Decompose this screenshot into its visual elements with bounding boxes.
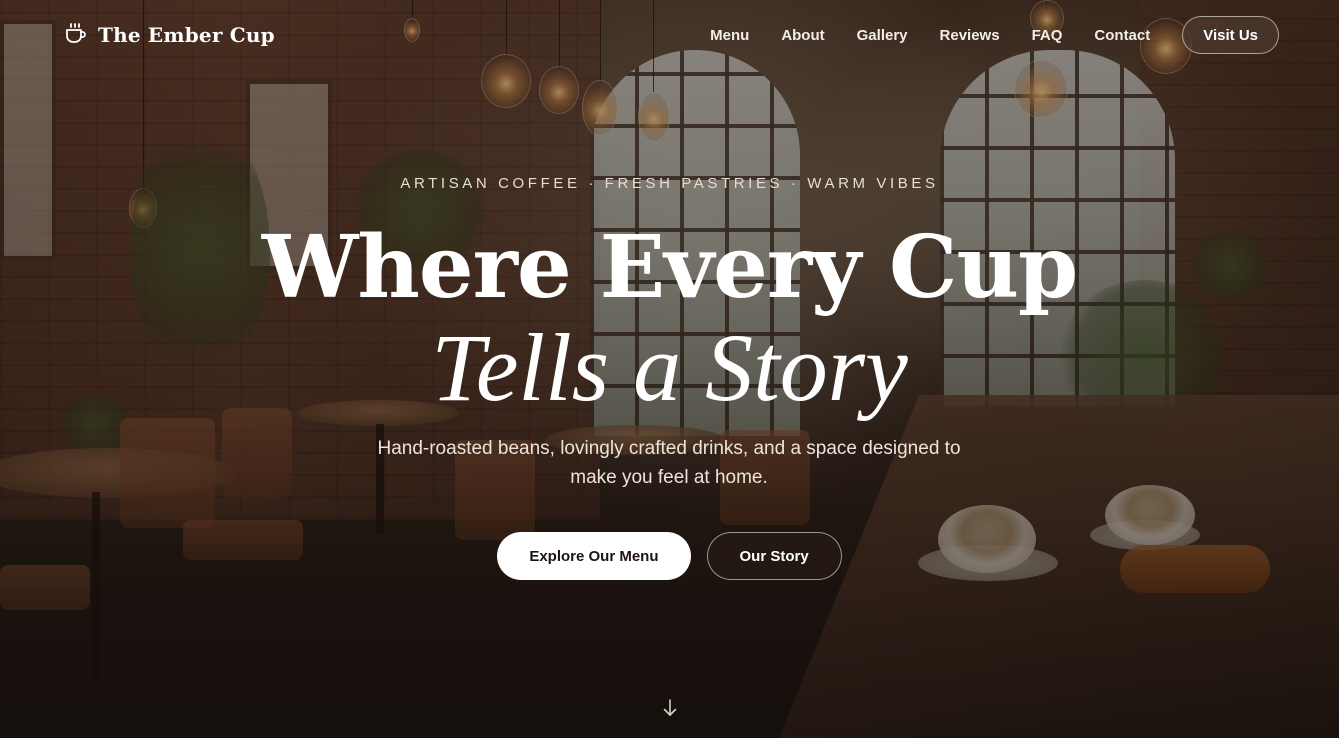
nav-link-faq[interactable]: FAQ — [1032, 27, 1063, 44]
hero-tagline: ARTISAN COFFEE · FRESH PASTRIES · WARM V… — [400, 175, 939, 192]
nav-link-about[interactable]: About — [781, 27, 824, 44]
hero-cta-row: Explore Our Menu Our Story — [0, 532, 1339, 580]
nav-link-contact[interactable]: Contact — [1094, 27, 1150, 44]
hero-content: ARTISAN COFFEE · FRESH PASTRIES · WARM V… — [0, 0, 1339, 738]
hero-headline: Where Every Cup — [261, 217, 1078, 318]
our-story-button[interactable]: Our Story — [706, 532, 842, 580]
brand-name: The Ember Cup — [98, 23, 275, 47]
top-navigation: The Ember Cup Menu About Gallery Reviews… — [0, 0, 1339, 70]
hero-headline-italic: Tells a Story — [431, 314, 908, 421]
hero-subtext: Hand-roasted beans, lovingly crafted dri… — [377, 438, 961, 488]
nav-link-reviews[interactable]: Reviews — [940, 27, 1000, 44]
nav-links: Menu About Gallery Reviews FAQ Contact V… — [710, 16, 1279, 54]
coffee-cup-icon — [64, 21, 88, 50]
visit-us-button[interactable]: Visit Us — [1182, 16, 1279, 54]
explore-menu-button[interactable]: Explore Our Menu — [497, 532, 691, 580]
nav-link-menu[interactable]: Menu — [710, 27, 749, 44]
nav-link-gallery[interactable]: Gallery — [857, 27, 908, 44]
brand-logo[interactable]: The Ember Cup — [64, 21, 275, 50]
arrow-down-icon[interactable] — [661, 698, 679, 718]
